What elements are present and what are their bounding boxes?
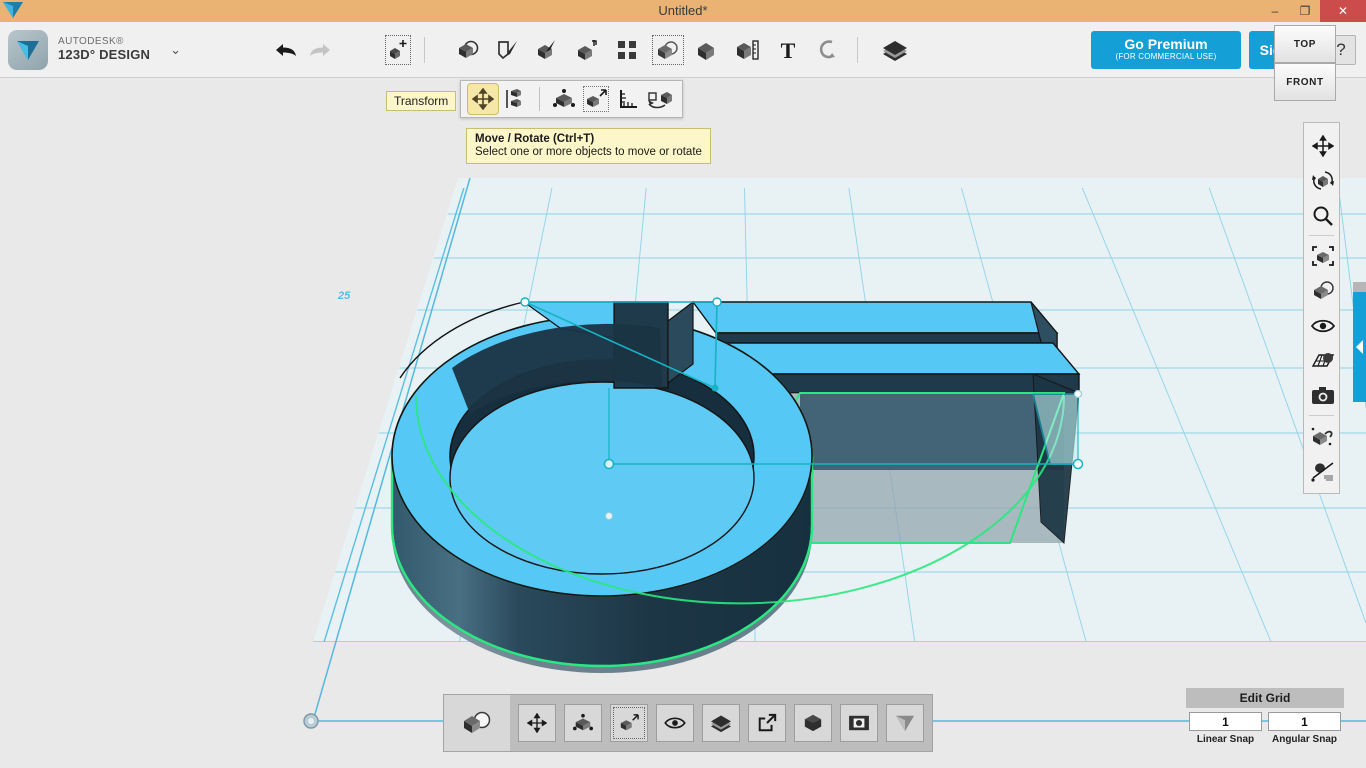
nav-divider-2 [1309,415,1334,416]
redo-button[interactable] [303,31,337,69]
export-button[interactable] [748,704,786,742]
brand-product: 123D° DESIGN [58,48,150,63]
app-logo-icon [0,0,26,22]
bottom-toolbar-items [510,704,932,742]
angular-snap-input[interactable]: 1 [1268,712,1341,731]
modify-button[interactable] [564,704,602,742]
title-bar: Untitled* – ❐ ✕ [0,0,1366,22]
transform-flyout-toolbar [460,80,683,118]
tooltip: Move / Rotate (Ctrl+T) Select one or mor… [466,128,711,164]
scale-button[interactable] [610,704,648,742]
visibility-icon[interactable] [1304,308,1341,343]
svg-text:T: T [781,38,796,62]
tooltip-title: Move / Rotate (Ctrl+T) [475,133,702,145]
edit-grid-title: Edit Grid [1186,688,1344,708]
brand-text: AUTODESK® 123D° DESIGN [58,36,150,62]
scene-3d [0,78,1366,768]
logo-button[interactable] [886,704,924,742]
mirror-button[interactable] [644,83,676,115]
sketch-tool-icon[interactable] [488,31,528,69]
tooltip-description: Select one or more objects to move or ro… [475,146,702,158]
edit-grid-fields: 1 Linear Snap 1 Angular Snap [1186,712,1344,745]
linear-snap-input[interactable]: 1 [1189,712,1262,731]
visibility-button[interactable] [656,704,694,742]
combine-button[interactable] [444,695,510,751]
grouping-tool-icon[interactable] [648,31,688,69]
side-panel-toggle[interactable] [1353,292,1366,402]
orbit-icon[interactable] [1304,163,1341,198]
view-cube-top-face[interactable]: TOP [1274,25,1336,63]
go-premium-label: Go Premium [1124,37,1207,52]
view-cube-front-face[interactable]: FRONT [1274,63,1336,101]
scale-button[interactable] [580,83,612,115]
angular-snap-label: Angular Snap [1265,734,1344,745]
measure-button[interactable] [612,83,644,115]
transform-button[interactable] [518,704,556,742]
undo-button[interactable] [269,31,303,69]
panel-tab-cap [1353,282,1366,292]
create-group [381,31,415,69]
modify-tool-icon[interactable] [568,31,608,69]
shaded-view-icon[interactable] [1304,273,1341,308]
camera-icon[interactable] [1304,378,1341,413]
shade-button[interactable] [794,704,832,742]
undo-redo-group [269,31,337,69]
toolbar-divider [424,37,425,63]
main-toolbar: AUTODESK® 123D° DESIGN ⌄ [0,22,1366,78]
materials-button[interactable] [702,704,740,742]
text-tool-icon[interactable]: T [768,31,808,69]
fit-icon[interactable] [1304,238,1341,273]
linear-snap-label: Linear Snap [1186,734,1265,745]
go-premium-button[interactable]: Go Premium (FOR COMMERCIAL USE) [1091,31,1241,69]
brand-area: AUTODESK® 123D° DESIGN ⌄ [0,30,181,70]
pattern-tool-icon[interactable] [608,31,648,69]
maximize-button[interactable]: ❐ [1290,0,1320,22]
linear-snap-group: 1 Linear Snap [1186,712,1265,745]
construct-tool-icon[interactable] [528,31,568,69]
transform-group-label: Transform [386,91,456,111]
toolbar-divider-2 [857,37,858,63]
nav-divider-1 [1309,235,1334,236]
grid-icon[interactable] [1304,343,1341,378]
pan-icon[interactable] [1304,128,1341,163]
view-cube[interactable]: TOP FRONT [1274,25,1336,103]
snapshot-button[interactable] [840,704,878,742]
materials-tool-icon[interactable] [875,31,915,69]
combine-tool-icon[interactable] [688,31,728,69]
zoom-icon[interactable] [1304,198,1341,233]
snap-button[interactable] [548,83,580,115]
move-rotate-button[interactable] [467,83,499,115]
primitives-group: T [448,31,848,69]
flyout-divider [539,87,540,111]
minimize-button[interactable]: – [1260,0,1290,22]
window-title: Untitled* [0,0,1366,22]
materials-group [875,31,915,69]
close-button[interactable]: ✕ [1320,0,1366,22]
edit-grid-panel: Edit Grid 1 Linear Snap 1 Angular Snap [1186,688,1344,745]
chevron-down-icon[interactable]: ⌄ [170,42,181,58]
material-icon[interactable] [1304,418,1341,453]
viewport-canvas[interactable]: 25 25 [0,78,1366,768]
navigation-toolbar [1303,122,1340,494]
measure-tool-icon[interactable] [728,31,768,69]
transform-tool-icon[interactable] [381,31,415,69]
snap-tool-icon[interactable] [808,31,848,69]
bottom-toolbar [443,694,933,752]
angular-snap-group: 1 Angular Snap [1265,712,1344,745]
effects-icon[interactable] [1304,453,1341,488]
chevron-left-icon [1356,340,1363,354]
primitives-tool-icon[interactable] [448,31,488,69]
go-premium-sublabel: (FOR COMMERCIAL USE) [1115,53,1216,62]
grid-label-left: 25 [338,290,350,302]
autodesk-logo-icon[interactable] [8,30,48,70]
align-button[interactable] [499,83,531,115]
